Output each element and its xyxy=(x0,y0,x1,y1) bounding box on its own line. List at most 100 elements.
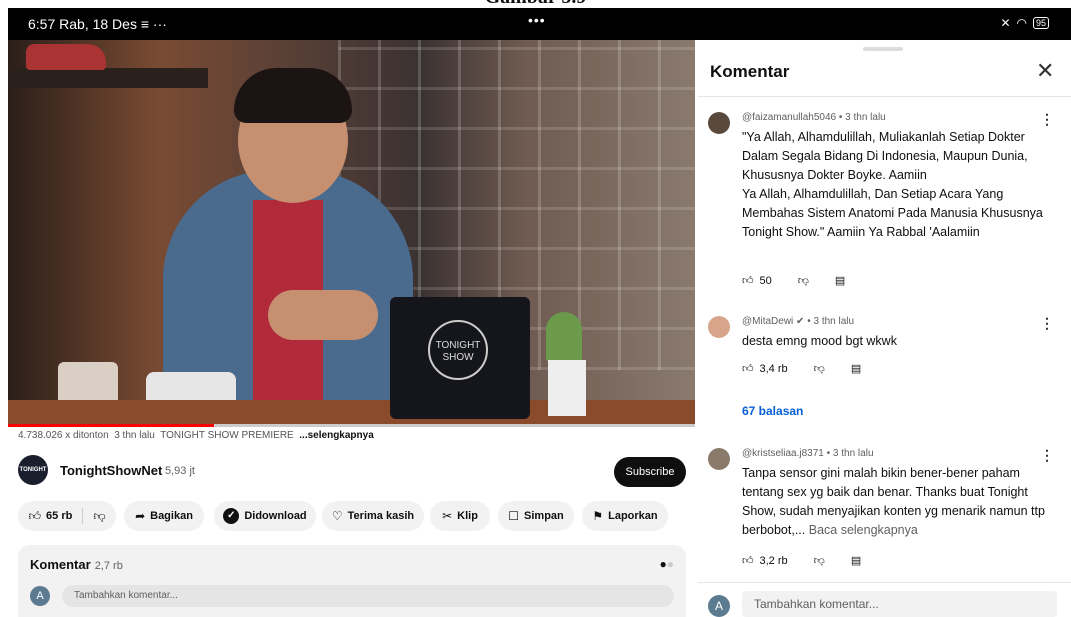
comments-panel-title: Komentar xyxy=(710,62,790,81)
status-extra-icons: ≡ ··· xyxy=(140,16,167,32)
replies-link[interactable]: 67 balasan xyxy=(742,404,803,418)
status-center-dots: ••• xyxy=(528,12,546,28)
subscribe-button[interactable]: Subscribe xyxy=(614,457,686,487)
channel-row: TONIGHT TonightShowNet 5,93 jt Subscribe xyxy=(18,455,688,489)
report-icon: ⚑ xyxy=(592,509,604,523)
comment-actions: 👍︎ 50 👎︎ ▤ xyxy=(742,274,845,288)
video-toy-car xyxy=(26,44,106,70)
document-caption-strip: Gambar 5.9 xyxy=(0,0,1071,8)
comments-teaser-label: Komentar xyxy=(30,557,91,572)
share-button[interactable]: ➦ Bagikan xyxy=(124,501,204,531)
share-icon: ➦ xyxy=(135,509,146,523)
comment-like-count: 50 xyxy=(759,274,772,287)
video-cactus-pot xyxy=(548,360,586,416)
like-icon[interactable]: 👍︎ xyxy=(28,509,41,524)
download-check-icon: ✓ xyxy=(223,508,240,524)
video-progress-fill xyxy=(8,424,215,427)
comment-text: Tanpa sensor gini malah bikin bener-bene… xyxy=(742,464,1046,540)
video-show-logo: TONIGHT SHOW xyxy=(428,320,488,380)
comments-count: 2,7 rb xyxy=(94,560,123,572)
channel-avatar[interactable]: TONIGHT xyxy=(18,455,48,485)
action-bar: 👍︎ 65 rb 👎︎ ➦ Bagikan ✓ Didownload ♡ Ter… xyxy=(18,501,698,531)
panel-bottom-divider xyxy=(698,582,1071,583)
more-description-link[interactable]: ...selengkapnya xyxy=(299,430,373,441)
comment-text: "Ya Allah, Alhamdulillah, Muliakanlah Se… xyxy=(742,130,1043,239)
download-label: Didownload xyxy=(244,510,307,522)
comment-author[interactable]: @kristseliaa.j8371 • 3 thn lalu xyxy=(742,448,874,459)
read-more-link[interactable]: Baca selengkapnya xyxy=(809,523,918,537)
panel-divider xyxy=(698,96,1071,97)
comment-avatar[interactable] xyxy=(708,448,730,470)
close-icon[interactable]: ✕ xyxy=(1036,58,1054,84)
user-avatar: A xyxy=(30,586,50,606)
subscriber-count: 5,93 jt xyxy=(165,465,195,477)
comments-panel: Komentar ✕ @faizamanullah5046 • 3 thn la… xyxy=(698,40,1071,617)
report-button[interactable]: ⚑ Laporkan xyxy=(582,501,668,531)
comments-teaser[interactable]: Komentar 2,7 rb ●● A Tambahkan komentar..… xyxy=(18,545,686,617)
wifi-icon: ◠ xyxy=(1016,16,1027,30)
video-progress-bar[interactable] xyxy=(8,424,695,427)
clip-label: Klip xyxy=(457,510,478,522)
more-vert-icon[interactable]: ⋮ xyxy=(1040,112,1054,126)
battery-icon: 95 xyxy=(1032,17,1049,29)
like-divider xyxy=(82,508,84,524)
status-icons: ✕ ◠ 95 xyxy=(1000,16,1049,30)
mute-icon: ✕ xyxy=(1000,16,1011,30)
like-icon[interactable]: 👍︎ xyxy=(742,554,754,567)
thanks-icon: ♡ xyxy=(331,509,343,523)
status-time-date: 6:57 Rab, 18 Des ≡ ··· xyxy=(28,16,167,32)
more-vert-icon[interactable]: ⋮ xyxy=(1040,316,1054,330)
video-host-hair xyxy=(234,68,352,123)
comment-like-count: 3,4 rb xyxy=(759,362,788,375)
more-vert-icon[interactable]: ⋮ xyxy=(1040,448,1054,462)
carousel-dot-inactive: ● xyxy=(666,557,674,571)
video-shelf xyxy=(8,68,208,88)
like-dislike-pill: 👍︎ 65 rb 👎︎ xyxy=(18,501,116,531)
add-comment-input[interactable]: Tambahkan komentar... xyxy=(742,591,1057,617)
dislike-icon[interactable]: 👎︎ xyxy=(93,509,105,524)
save-button[interactable]: ☐ Simpan xyxy=(498,501,574,531)
reply-icon[interactable]: ▤ xyxy=(851,554,861,567)
dislike-icon[interactable]: 👎︎ xyxy=(814,554,825,567)
comment-like-count: 3,2 rb xyxy=(759,554,788,567)
comment-text: desta emng mood bgt wkwk xyxy=(742,334,897,348)
dislike-icon[interactable]: 👎︎ xyxy=(814,362,825,375)
comment-avatar[interactable] xyxy=(708,316,730,338)
view-count: 4.738.026 x ditonton xyxy=(18,430,109,441)
save-icon: ☐ xyxy=(508,509,520,523)
comment-avatar[interactable] xyxy=(708,112,730,134)
share-label: Bagikan xyxy=(150,510,193,522)
comments-teaser-title: Komentar 2,7 rb xyxy=(30,557,123,572)
save-label: Simpan xyxy=(524,510,564,522)
comment-actions: 👍︎ 3,2 rb 👎︎ ▤ xyxy=(742,554,861,568)
like-icon[interactable]: 👍︎ xyxy=(742,274,754,287)
drag-handle[interactable] xyxy=(863,47,903,51)
report-label: Laporkan xyxy=(608,510,658,522)
user-avatar: A xyxy=(708,595,730,617)
comment-actions: 👍︎ 3,4 rb 👎︎ ▤ xyxy=(742,362,861,376)
reply-icon[interactable]: ▤ xyxy=(835,274,845,287)
reply-icon[interactable]: ▤ xyxy=(851,362,861,375)
comment-author[interactable]: @MitaDewi ✔ • 3 thn lalu xyxy=(742,316,854,327)
like-icon[interactable]: 👍︎ xyxy=(742,362,754,375)
video-meta[interactable]: 4.738.026 x ditonton 3 thn lalu TONIGHT … xyxy=(18,430,374,441)
video-player[interactable]: TONIGHT SHOW xyxy=(8,40,695,427)
channel-name[interactable]: TonightShowNet xyxy=(60,463,162,478)
video-tag: TONIGHT SHOW PREMIERE xyxy=(160,430,294,441)
carousel-dots: ●● xyxy=(659,557,675,571)
thanks-label: Terima kasih xyxy=(347,510,415,522)
download-button[interactable]: ✓ Didownload xyxy=(214,501,316,531)
clip-button[interactable]: ✂ Klip xyxy=(430,501,490,531)
clip-icon: ✂ xyxy=(442,509,453,523)
add-comment-field[interactable]: Tambahkan komentar... xyxy=(62,585,674,607)
video-host-hands xyxy=(268,290,378,340)
status-time-text: 6:57 Rab, 18 Des xyxy=(28,16,137,32)
status-bar: 6:57 Rab, 18 Des ≡ ··· ••• ✕ ◠ 95 xyxy=(8,8,1071,40)
like-count[interactable]: 65 rb xyxy=(46,510,72,522)
video-desk xyxy=(8,400,695,427)
comment-author[interactable]: @faizamanullah5046 • 3 thn lalu xyxy=(742,112,886,123)
document-caption: Gambar 5.9 xyxy=(0,0,1071,8)
dislike-icon[interactable]: 👎︎ xyxy=(798,274,809,287)
thanks-button[interactable]: ♡ Terima kasih xyxy=(322,501,424,531)
upload-age: 3 thn lalu xyxy=(114,430,155,441)
